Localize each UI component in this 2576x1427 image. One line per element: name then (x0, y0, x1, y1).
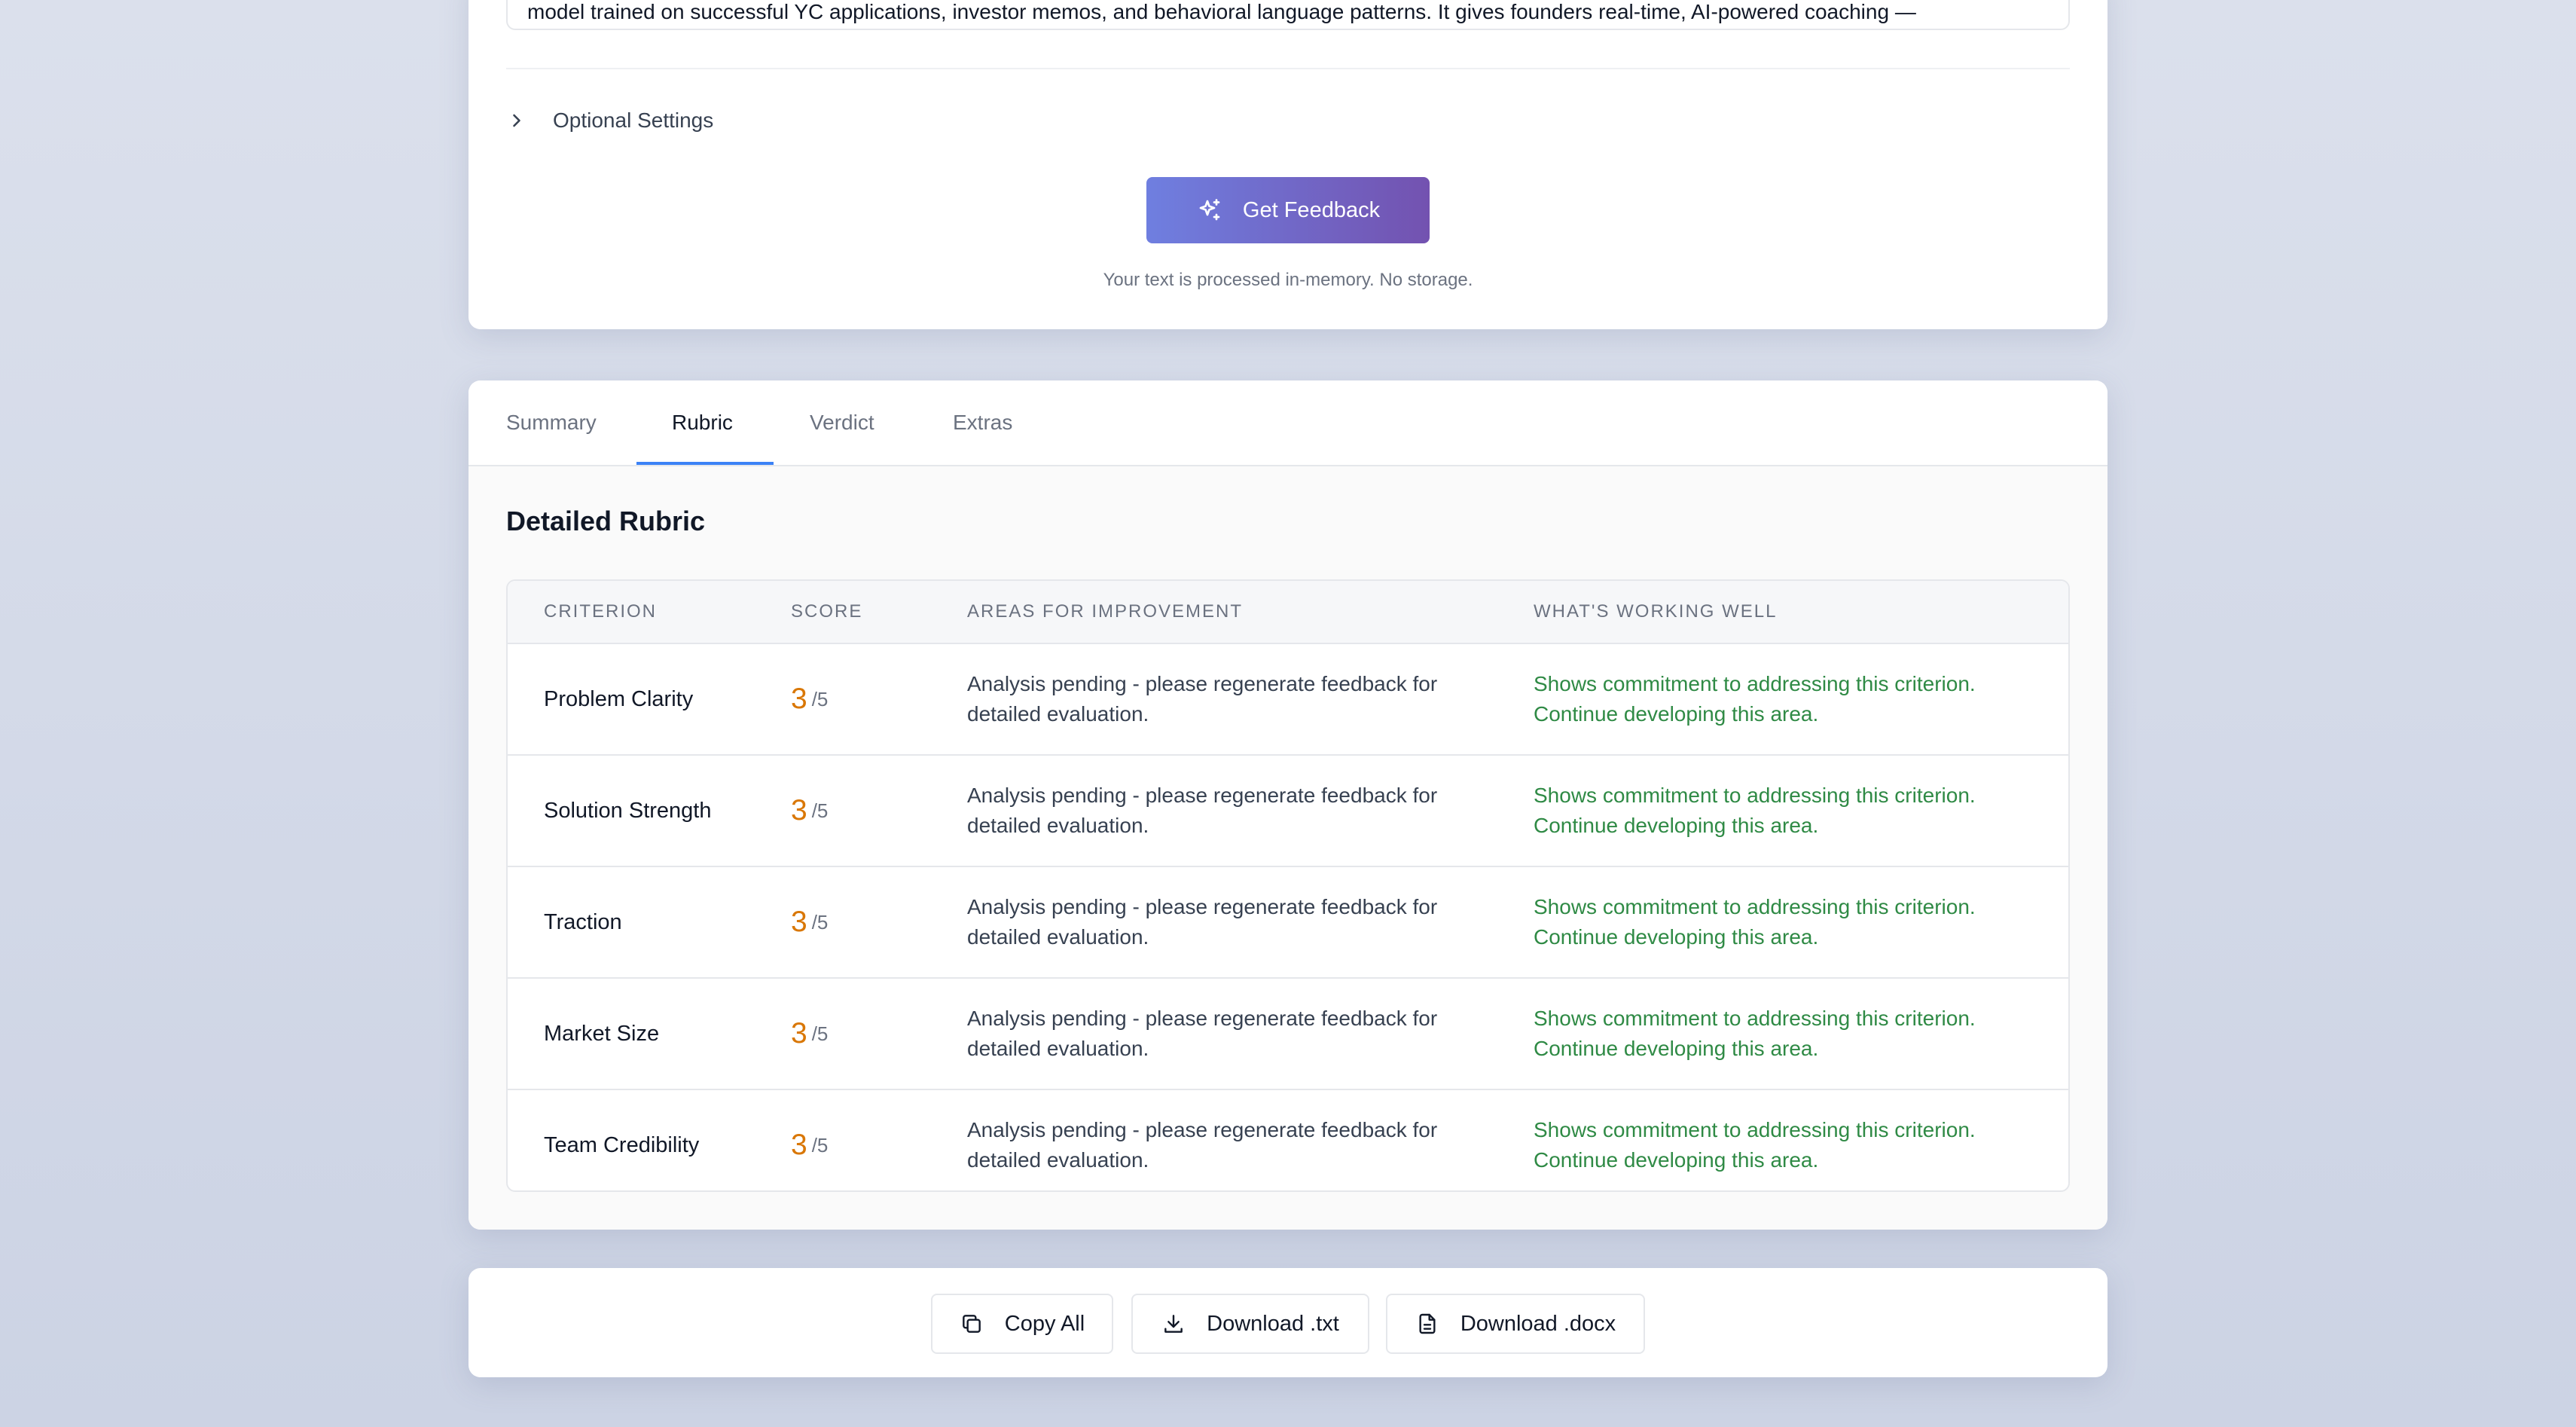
active-tab-indicator (636, 462, 774, 465)
score: 3/5 (791, 1090, 829, 1190)
copy-all-label: Copy All (1004, 1311, 1085, 1336)
tab-verdict[interactable]: Verdict (810, 380, 874, 465)
tab-summary[interactable]: Summary (506, 380, 597, 465)
improvement-text: Analysis pending - please regenerate fee… (967, 672, 1438, 726)
results-card: Summary Rubric Verdict Extras Detailed R… (469, 380, 2107, 1230)
working-well-text: Shows commitment to addressing this crit… (1534, 895, 1976, 949)
input-card: model trained on successful YC applicati… (469, 0, 2107, 329)
tab-rubric[interactable]: Rubric (672, 380, 733, 465)
working-well-text: Shows commitment to addressing this crit… (1534, 1007, 1976, 1060)
score-max: /5 (811, 910, 829, 934)
improvement-text: Analysis pending - please regenerate fee… (967, 895, 1438, 949)
criterion-name: Problem Clarity (544, 686, 694, 711)
tab-bar: Summary Rubric Verdict Extras (469, 380, 2107, 466)
table-row: Market Size 3/5 Analysis pending - pleas… (508, 979, 2068, 1090)
optional-settings-label: Optional Settings (553, 108, 714, 132)
criterion-name: Traction (544, 909, 622, 934)
copy-all-button[interactable]: Copy All (931, 1294, 1113, 1354)
get-feedback-button[interactable]: Get Feedback (1146, 177, 1430, 243)
copy-icon (962, 1315, 981, 1333)
header-criterion: CRITERION (544, 601, 657, 622)
table-row: Team Credibility 3/5 Analysis pending - … (508, 1090, 2068, 1190)
score: 3/5 (791, 644, 828, 754)
download-docx-button[interactable]: Download .docx (1386, 1294, 1645, 1354)
get-feedback-label: Get Feedback (1242, 197, 1381, 222)
improvement-text: Analysis pending - please regenerate fee… (967, 1007, 1438, 1060)
document-icon (1419, 1313, 1436, 1334)
improvement-text: Analysis pending - please regenerate fee… (967, 784, 1438, 837)
divider (506, 68, 2070, 69)
sparkles-icon (1199, 199, 1220, 221)
score-max: /5 (811, 687, 829, 710)
pitch-textarea[interactable]: model trained on successful YC applicati… (506, 0, 2070, 30)
rubric-table: CRITERION SCORE AREAS FOR IMPROVEMENT WH… (506, 579, 2070, 1192)
download-txt-label: Download .txt (1207, 1311, 1339, 1336)
score-max: /5 (811, 1022, 829, 1045)
rubric-panel: Detailed Rubric CRITERION SCORE AREAS FO… (469, 466, 2107, 1230)
working-well-text: Shows commitment to addressing this crit… (1534, 1118, 1976, 1172)
header-improvement: AREAS FOR IMPROVEMENT (967, 601, 1244, 622)
chevron-right-icon (513, 114, 520, 127)
table-row: Problem Clarity 3/5 Analysis pending - p… (508, 644, 2068, 756)
score: 3/5 (791, 979, 828, 1089)
criterion-name: Market Size (544, 1021, 660, 1046)
criterion-name: Solution Strength (544, 798, 712, 823)
rubric-title: Detailed Rubric (506, 506, 706, 536)
score-value: 3 (791, 1017, 807, 1050)
tab-extras[interactable]: Extras (953, 380, 1012, 465)
download-txt-button[interactable]: Download .txt (1131, 1294, 1369, 1354)
table-row: Solution Strength 3/5 Analysis pending -… (508, 756, 2068, 867)
score-max: /5 (811, 799, 829, 822)
score: 3/5 (791, 867, 828, 977)
working-well-text: Shows commitment to addressing this crit… (1534, 784, 1976, 837)
table-row: Traction 3/5 Analysis pending - please r… (508, 867, 2068, 979)
working-well-text: Shows commitment to addressing this crit… (1534, 672, 1976, 726)
score-value: 3 (791, 794, 807, 827)
criterion-name: Team Credibility (544, 1132, 700, 1157)
download-icon (1164, 1315, 1183, 1333)
score-value: 3 (791, 1129, 807, 1161)
improvement-text: Analysis pending - please regenerate fee… (967, 1118, 1438, 1172)
score-value: 3 (791, 683, 807, 715)
score-max: /5 (811, 1133, 829, 1157)
score-value: 3 (791, 906, 807, 938)
header-score: SCORE (791, 601, 863, 622)
export-card: Copy All Download .txt Download .docx (469, 1268, 2107, 1377)
privacy-note: Your text is processed in-memory. No sto… (1103, 270, 1473, 290)
optional-settings-toggle[interactable]: Optional Settings (506, 105, 713, 136)
score: 3/5 (791, 756, 828, 866)
table-header: CRITERION SCORE AREAS FOR IMPROVEMENT WH… (508, 581, 2068, 644)
download-docx-label: Download .docx (1460, 1311, 1616, 1336)
header-working-well: WHAT'S WORKING WELL (1534, 601, 1778, 622)
pitch-text: model trained on successful YC applicati… (527, 0, 1916, 23)
